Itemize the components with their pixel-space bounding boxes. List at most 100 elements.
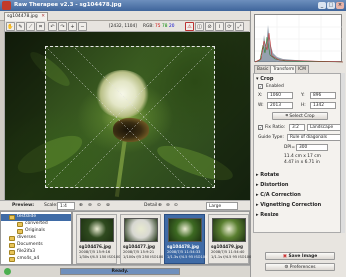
tab-icm[interactable]: ICM	[295, 65, 309, 73]
x-spinner[interactable]: 1060	[267, 92, 293, 99]
clip-warning-icon[interactable]: ⚠	[185, 22, 194, 31]
thumbnail-exif: 1/1.1s f/4.5 95 ISO100	[211, 255, 252, 259]
straighten-icon[interactable]: ⟋	[26, 22, 35, 31]
thumbnail-exif: 1/1.3s f/4.5 95 ISO100	[167, 255, 208, 259]
thumbnail-card[interactable]: sg104476.jpg 2008/7/5 15:9:16 1/30s f/4.5 …	[76, 214, 121, 264]
tree-item[interactable]: testslide	[1, 214, 71, 221]
tree-item[interactable]: Documents	[1, 242, 71, 249]
thumbnail-name: sg104477.jpg	[123, 244, 155, 249]
h-spinner[interactable]: 1342	[310, 102, 336, 109]
thumbnail-image	[168, 218, 202, 242]
rgb-r-value: 75	[155, 24, 161, 29]
detail-zoom-in-icon[interactable]: ⊕	[158, 203, 162, 208]
redo-icon[interactable]: ↷	[58, 22, 67, 31]
minimize-button[interactable]: _	[318, 2, 326, 9]
distortion-section-header[interactable]: ▸ Distortion	[256, 182, 289, 188]
tree-item[interactable]: cms4s_a4	[1, 256, 71, 263]
zoom-out-preview-icon[interactable]: ⊙	[97, 203, 101, 208]
folder-icon	[17, 229, 23, 234]
thumbnail-exif: 1/30s f/4.5 150 ISO100	[79, 255, 121, 259]
zoom-out-icon[interactable]: −	[78, 22, 87, 31]
before-after-icon[interactable]: ◫	[195, 22, 204, 31]
crop-enabled-checkbox[interactable]: ✓	[258, 84, 263, 89]
image-canvas[interactable]	[5, 32, 250, 200]
tree-item[interactable]: converted	[1, 221, 71, 228]
tab-transform[interactable]: Transform	[270, 65, 298, 73]
wb-picker-icon[interactable]: ✎	[16, 22, 25, 31]
tree-item[interactable]: diverses	[1, 235, 71, 242]
dpi-spinner[interactable]: 300	[296, 144, 328, 151]
maximize-button[interactable]: □	[327, 2, 335, 9]
tab-close-icon[interactable]: ✕	[41, 14, 45, 19]
save-icon: ▣	[282, 254, 287, 259]
thumbnail-strip: sg104476.jpg 2008/7/5 15:9:16 1/30s f/4.5 …	[72, 211, 252, 265]
scale-select[interactable]: 1:4	[57, 202, 75, 210]
right-panel-scrollbar[interactable]	[340, 73, 345, 233]
editor-tab[interactable]: sg104478.jpg ✕	[4, 12, 48, 21]
tree-item-label: Documents	[17, 242, 43, 247]
preferences-button[interactable]: ⚙ Preferences	[265, 263, 335, 271]
ratio-select[interactable]: 3:2	[289, 124, 305, 131]
thumbnail-card[interactable]: sg104477.jpg 2008/7/5 15:9:21 1/100s f/5 2…	[120, 214, 163, 264]
undo-icon[interactable]: ↶	[48, 22, 57, 31]
zoom-in-icon[interactable]: +	[68, 22, 77, 31]
thumb-size-select[interactable]: Large	[206, 202, 238, 210]
y-spinner[interactable]: 896	[310, 92, 336, 99]
zoom-fit-icon[interactable]: ⊕	[79, 203, 83, 208]
x-label: X:	[258, 93, 263, 98]
tree-item-label: diverses	[17, 235, 36, 240]
resize-section-header[interactable]: ▸ Resize	[256, 212, 279, 218]
stop-icon[interactable]: ⊘	[205, 22, 214, 31]
tree-item[interactable]: Originals	[1, 228, 71, 235]
close-button[interactable]: ×	[336, 2, 344, 9]
size-cm: 11.4 cm x 17 cm	[284, 154, 321, 159]
tree-item-label: testslide	[17, 214, 37, 219]
crop-section-header[interactable]: ▾ Crop	[256, 76, 273, 82]
hand-tool-icon[interactable]: ✋	[6, 22, 15, 31]
zoom-fit-preview-icon[interactable]: ⊚	[106, 203, 110, 208]
folder-icon	[17, 222, 23, 227]
w-label: W:	[258, 103, 264, 108]
zoom-100-icon[interactable]: ⊖	[88, 203, 92, 208]
detail-zoom-out-icon[interactable]: ⊖	[166, 203, 170, 208]
crop-icon: ⌗	[285, 114, 288, 119]
thumbnail-date: 2008/7/5 15:9:16	[79, 250, 111, 254]
crop-tool-icon[interactable]: ⌗	[36, 22, 45, 31]
rotate-icon[interactable]: ⟳	[225, 22, 234, 31]
status-icon	[4, 268, 11, 275]
thumbnail-card[interactable]: sg104478.jpg 2008/7/5 11:54:33 1/1.3s f/4.…	[164, 214, 208, 264]
vignetting-section-header[interactable]: ▸ Vignetting Correction	[256, 202, 321, 208]
tree-item-label: converted	[25, 221, 48, 226]
thumbnail-card[interactable]: sg104479.jpg 2008/7/5 11:54:40 1/1.1s f/4.…	[208, 214, 252, 264]
fix-ratio-label: Fix Ratio:	[265, 125, 286, 130]
w-spinner[interactable]: 2013	[267, 102, 293, 109]
detail-fit-icon[interactable]: ⊙	[174, 203, 178, 208]
histogram-graph	[254, 15, 344, 63]
ca-correction-section-header[interactable]: ▸ C/A Correction	[256, 192, 301, 198]
fullscreen-icon[interactable]: ⤢	[235, 22, 244, 31]
transform-panel: ▾ Crop ✓ Enabled X: 1060 Y: 896 W: 2013 …	[253, 73, 345, 233]
crop-rectangle[interactable]	[45, 46, 215, 188]
folder-icon	[9, 236, 15, 241]
guide-type-select[interactable]: Rule of diagonals	[287, 134, 343, 141]
save-image-button[interactable]: ▣ Save Image	[265, 252, 335, 260]
right-panel: Basic Transform ICM ▾ Crop ✓ Enabled X: …	[250, 11, 346, 277]
status-bar: Ready.	[0, 265, 250, 277]
thumbnail-name: sg104478.jpg	[167, 244, 199, 249]
window-title: Raw Therapee v2.3 - sg104478.jpg	[14, 2, 122, 8]
info-icon[interactable]: i	[215, 22, 224, 31]
editor-toolbar: ✋ ✎ ⟋ ⌗ ↶ ↷ + − [2432, 1104] RGB: 75 78 …	[5, 21, 249, 32]
fix-ratio-checkbox[interactable]: ✓	[258, 125, 263, 130]
thumbnail-date: 2008/7/5 15:9:21	[123, 250, 155, 254]
preview-bar: Preview: Scale: 1:4 ⊕ ⊖ ⊙ ⊚ Detail ⊕ ⊖ ⊙…	[0, 200, 250, 211]
detail-label: Detail	[144, 203, 158, 208]
tab-basic[interactable]: Basic	[254, 65, 272, 73]
folder-icon	[9, 257, 15, 262]
tree-item[interactable]: file2ifa3	[1, 249, 71, 256]
orientation-select[interactable]: Landscape	[307, 124, 343, 131]
file-browser-tree: testslide converted Originals diverses Docum…	[0, 211, 72, 265]
select-crop-button[interactable]: ⌗ Select Crop	[272, 112, 328, 120]
folder-icon	[9, 243, 15, 248]
rotate-section-header[interactable]: ▸ Rotate	[256, 172, 279, 178]
thumbnail-name: sg104479.jpg	[211, 244, 243, 249]
